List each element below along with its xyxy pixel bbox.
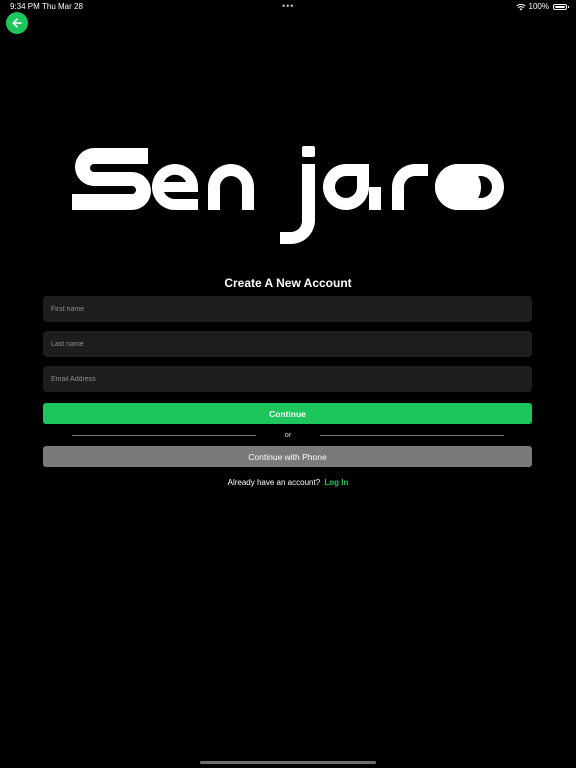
login-link[interactable]: Log In <box>324 478 348 487</box>
first-name-field[interactable] <box>43 296 532 322</box>
status-indicators: 100% <box>515 0 569 14</box>
arrow-left-icon <box>12 18 22 28</box>
email-field[interactable] <box>43 366 532 392</box>
signup-screen: 9:34 PM Thu Mar 28 ••• 100% Create A New… <box>0 0 576 768</box>
continue-with-phone-button[interactable]: Continue with Phone <box>43 446 532 467</box>
login-prompt-text: Already have an account? <box>227 478 321 487</box>
divider-right <box>320 435 504 436</box>
status-bar: 9:34 PM Thu Mar 28 ••• 100% <box>0 0 576 14</box>
home-indicator[interactable] <box>200 761 376 764</box>
multitasking-dots[interactable]: ••• <box>282 0 294 13</box>
login-prompt-row: Already have an account? Log In <box>0 478 576 487</box>
continue-button[interactable]: Continue <box>43 403 532 424</box>
battery-percent: 100% <box>528 2 549 11</box>
status-date: Thu Mar 28 <box>42 2 83 11</box>
page-title: Create A New Account <box>224 276 352 290</box>
last-name-field[interactable] <box>43 331 532 357</box>
back-button[interactable] <box>6 12 28 34</box>
wifi-icon <box>515 3 526 11</box>
battery-icon <box>553 4 569 10</box>
senjaro-logo <box>72 146 504 244</box>
